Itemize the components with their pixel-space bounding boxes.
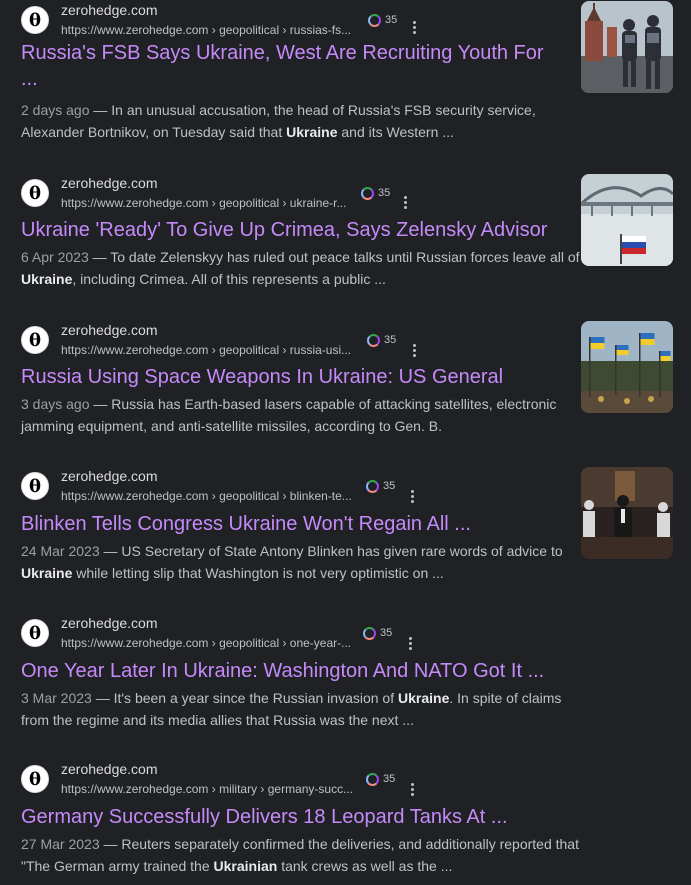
ring-icon xyxy=(366,772,379,786)
search-result: θ zerohedge.com https://www.zerohedge.co… xyxy=(0,613,691,733)
result-site-name[interactable]: zerohedge.com xyxy=(61,468,158,484)
result-snippet: 27 Mar 2023 — Reuters separately confirm… xyxy=(21,836,579,874)
result-title-link[interactable]: One Year Later In Ukraine: Washington An… xyxy=(21,658,561,684)
result-site-name[interactable]: zerohedge.com xyxy=(61,761,158,777)
result-thumbnail[interactable] xyxy=(581,321,673,413)
zerohedge-favicon-icon[interactable]: θ xyxy=(21,472,49,500)
zerohedge-favicon-icon[interactable]: θ xyxy=(21,179,49,207)
more-options-icon[interactable] xyxy=(406,341,422,359)
result-snippet: 3 Mar 2023 — It's been a year since the … xyxy=(21,690,562,728)
more-options-icon[interactable] xyxy=(404,487,420,505)
source-badge[interactable]: 35 xyxy=(368,12,397,28)
result-thumbnail[interactable] xyxy=(581,467,673,559)
result-title-link[interactable]: Germany Successfully Delivers 18 Leopard… xyxy=(21,804,561,830)
ring-icon xyxy=(367,333,380,347)
zerohedge-favicon-icon[interactable]: θ xyxy=(21,326,49,354)
result-snippet: 6 Apr 2023 — To date Zelenskyy has ruled… xyxy=(21,249,580,287)
source-badge[interactable]: 35 xyxy=(363,625,392,641)
result-site-name[interactable]: zerohedge.com xyxy=(61,2,158,18)
result-thumbnail[interactable] xyxy=(581,1,673,93)
result-site-name[interactable]: zerohedge.com xyxy=(61,615,158,631)
search-result: θ zerohedge.com https://www.zerohedge.co… xyxy=(0,173,691,293)
badge-count: 35 xyxy=(383,773,396,785)
zerohedge-favicon-icon[interactable]: θ xyxy=(21,6,49,34)
result-snippet: 24 Mar 2023 — US Secretary of State Anto… xyxy=(21,543,563,581)
ring-icon xyxy=(363,626,376,640)
result-snippet: 2 days ago — In an unusual accusation, t… xyxy=(21,102,536,140)
badge-count: 35 xyxy=(380,627,393,639)
search-result: θ zerohedge.com https://www.zerohedge.co… xyxy=(0,320,691,440)
more-options-icon[interactable] xyxy=(406,18,422,36)
ring-icon xyxy=(368,13,381,27)
more-options-icon[interactable] xyxy=(397,193,413,211)
search-result: θ zerohedge.com https://www.zerohedge.co… xyxy=(0,759,691,885)
result-site-name[interactable]: zerohedge.com xyxy=(61,175,158,191)
zerohedge-favicon-icon[interactable]: θ xyxy=(21,619,49,647)
badge-count: 35 xyxy=(378,187,391,199)
result-url-breadcrumb[interactable]: https://www.zerohedge.com › geopolitical… xyxy=(61,23,351,37)
badge-count: 35 xyxy=(383,480,396,492)
source-badge[interactable]: 35 xyxy=(361,185,390,201)
source-badge[interactable]: 35 xyxy=(366,478,395,494)
search-result: θ zerohedge.com https://www.zerohedge.co… xyxy=(0,466,691,586)
result-site-name[interactable]: zerohedge.com xyxy=(61,322,158,338)
source-badge[interactable]: 35 xyxy=(367,332,396,348)
result-url-breadcrumb[interactable]: https://www.zerohedge.com › geopolitical… xyxy=(61,343,351,357)
result-title-link[interactable]: Ukraine 'Ready' To Give Up Crimea, Says … xyxy=(21,217,561,243)
zerohedge-favicon-icon[interactable]: θ xyxy=(21,765,49,793)
more-options-icon[interactable] xyxy=(402,634,418,652)
result-thumbnail[interactable] xyxy=(581,174,673,266)
result-url-breadcrumb[interactable]: https://www.zerohedge.com › geopolitical… xyxy=(61,636,351,650)
ring-icon xyxy=(361,186,374,200)
result-url-breadcrumb[interactable]: https://www.zerohedge.com › geopolitical… xyxy=(61,489,352,503)
search-result: θ zerohedge.com https://www.zerohedge.co… xyxy=(0,0,691,150)
source-badge[interactable]: 35 xyxy=(366,771,395,787)
result-title-link[interactable]: Russia Using Space Weapons In Ukraine: U… xyxy=(21,364,561,390)
result-url-breadcrumb[interactable]: https://www.zerohedge.com › military › g… xyxy=(61,782,353,796)
result-title-link[interactable]: Blinken Tells Congress Ukraine Won't Reg… xyxy=(21,511,561,537)
result-snippet: 3 days ago — Russia has Earth-based lase… xyxy=(21,396,557,434)
result-title-link[interactable]: Russia's FSB Says Ukraine, West Are Recr… xyxy=(21,40,561,92)
badge-count: 35 xyxy=(385,14,398,26)
ring-icon xyxy=(366,479,379,493)
result-url-breadcrumb[interactable]: https://www.zerohedge.com › geopolitical… xyxy=(61,196,346,210)
more-options-icon[interactable] xyxy=(404,780,420,798)
badge-count: 35 xyxy=(384,334,397,346)
